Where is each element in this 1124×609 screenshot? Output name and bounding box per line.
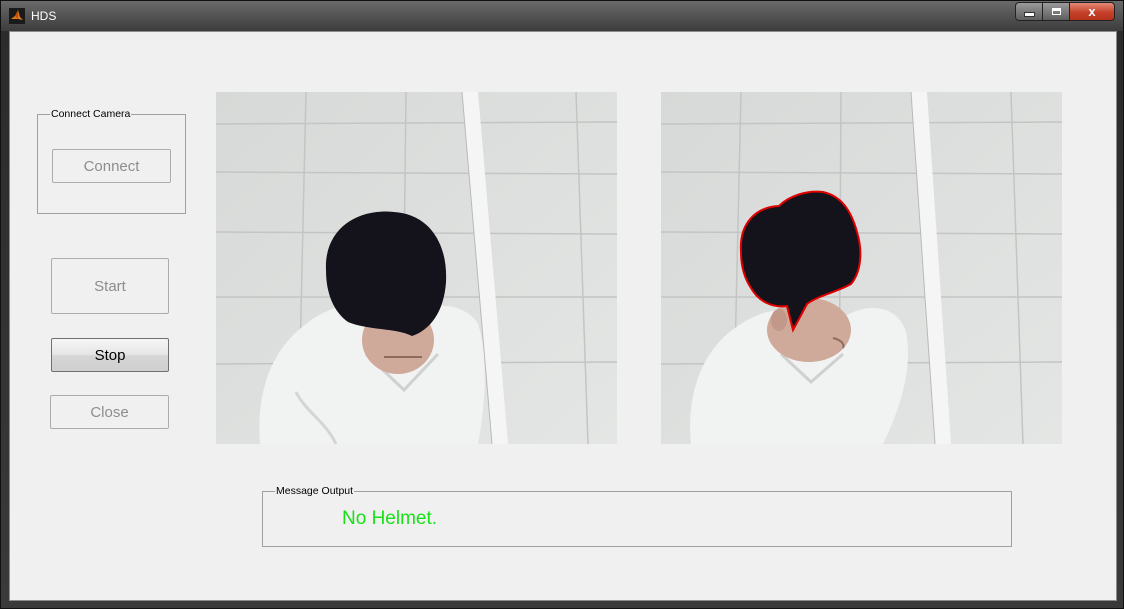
- message-output-text: No Helmet.: [342, 508, 438, 529]
- connect-camera-legend: Connect Camera: [50, 108, 132, 121]
- window-title: HDS: [31, 9, 57, 23]
- start-button[interactable]: Start: [51, 258, 169, 314]
- client-area: Connect Camera Connect Start Stop Close: [9, 31, 1117, 601]
- maximize-icon: [1051, 8, 1061, 15]
- stop-button[interactable]: Stop: [51, 338, 169, 372]
- matlab-icon: [9, 8, 25, 24]
- message-output-legend: Message Output: [275, 485, 355, 498]
- close-button[interactable]: Close: [50, 395, 169, 429]
- app-window: HDS x Connect Camera Connect Start Stop …: [0, 0, 1124, 609]
- camera-view-panel: [216, 92, 617, 444]
- detection-view-panel: [661, 92, 1062, 444]
- camera-frame-image: [216, 92, 617, 444]
- connect-camera-group: Connect Camera Connect: [37, 108, 186, 214]
- close-icon: x: [1088, 4, 1096, 19]
- connect-button[interactable]: Connect: [52, 149, 171, 183]
- maximize-button[interactable]: [1042, 2, 1069, 21]
- minimize-button[interactable]: [1015, 2, 1042, 21]
- title-bar[interactable]: HDS x: [1, 1, 1123, 31]
- close-window-button[interactable]: x: [1069, 2, 1115, 21]
- minimize-icon: [1023, 12, 1035, 17]
- detection-frame-image: [661, 92, 1062, 444]
- window-controls: x: [1015, 2, 1115, 22]
- message-output-group: Message Output No Helmet.: [262, 485, 1012, 547]
